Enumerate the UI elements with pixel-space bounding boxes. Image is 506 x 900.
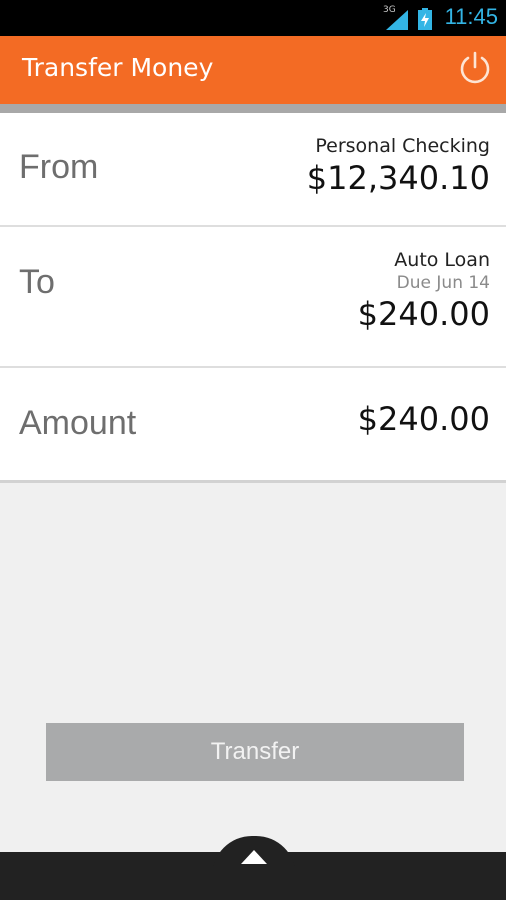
status-bar: 3G 11:45 <box>0 0 506 36</box>
from-account-block: Personal Checking $12,340.10 <box>307 135 490 197</box>
amount-row[interactable]: Amount $240.00 <box>0 368 506 480</box>
to-amount-due: $240.00 <box>357 295 490 333</box>
from-label: From <box>19 148 99 186</box>
battery-charging-icon <box>418 8 432 30</box>
from-account-balance: $12,340.10 <box>306 159 490 197</box>
amount-label: Amount <box>19 404 137 442</box>
transfer-button[interactable]: Transfer <box>46 723 464 781</box>
signal-icon <box>386 10 408 30</box>
chevron-up-icon <box>241 850 267 864</box>
amount-value-block: $240.00 <box>358 398 490 438</box>
to-row[interactable]: To Auto Loan Due Jun 14 $240.00 <box>0 227 506 367</box>
page-title: Transfer Money <box>22 53 214 82</box>
to-account-block: Auto Loan Due Jun 14 $240.00 <box>358 249 490 333</box>
app-bar-shadow <box>0 104 506 113</box>
clock: 11:45 <box>444 4 498 29</box>
to-label: To <box>19 263 55 301</box>
transfer-form: From Personal Checking $12,340.10 To Aut… <box>0 113 506 483</box>
app-bar: Transfer Money <box>0 36 506 104</box>
from-row[interactable]: From Personal Checking $12,340.10 <box>0 113 506 226</box>
drawer-handle[interactable] <box>212 836 296 876</box>
from-account-name: Personal Checking <box>315 135 490 157</box>
amount-value[interactable]: $240.00 <box>358 400 490 438</box>
to-due-date: Due Jun 14 <box>396 273 490 293</box>
to-account-name: Auto Loan <box>394 249 490 271</box>
power-icon[interactable] <box>458 51 492 85</box>
